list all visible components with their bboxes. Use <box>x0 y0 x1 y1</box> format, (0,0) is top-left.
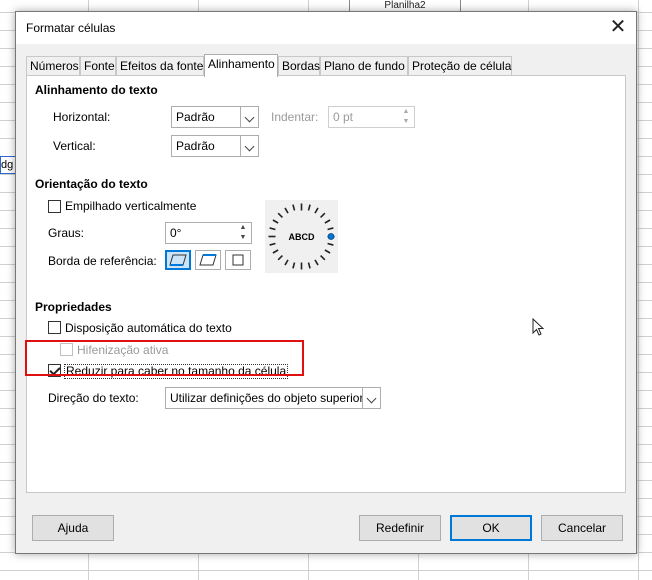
spin-down-icon[interactable]: ▼ <box>235 233 251 243</box>
reference-edge-bottom-button[interactable] <box>165 250 191 270</box>
dial-tick <box>277 255 283 261</box>
dial-tick <box>277 212 283 218</box>
wrap-text-checkbox[interactable] <box>48 321 61 334</box>
tab-bordas[interactable]: Bordas <box>278 56 320 76</box>
dial-tick <box>314 259 319 266</box>
text-direction-label: Direção do texto: <box>48 391 139 405</box>
degrees-value: 0° <box>170 226 182 240</box>
dial-tick <box>269 227 276 231</box>
reference-edge-top-button[interactable] <box>195 250 221 270</box>
dialog-title: Formatar células <box>26 21 116 35</box>
dial-tick <box>292 204 296 211</box>
parallelogram-top-icon <box>199 254 217 266</box>
dial-handle[interactable] <box>327 233 335 240</box>
horizontal-select-value: Padrão <box>176 110 215 124</box>
dial-tick <box>307 204 311 211</box>
alignment-section-title: Alinhamento do texto <box>35 83 158 97</box>
reference-edge-label: Borda de referência: <box>48 254 157 268</box>
alignment-panel: Alinhamento do texto Horizontal: Padrão … <box>26 75 626 493</box>
dial-tick <box>320 212 326 218</box>
indent-spinner[interactable]: 0 pt ▲ ▼ <box>328 106 415 128</box>
degrees-label: Graus: <box>48 226 85 240</box>
reference-edge-inside-button[interactable] <box>225 250 251 270</box>
tab-efeitos-da-fonte[interactable]: Efeitos da fonte <box>116 56 204 76</box>
cancel-button[interactable]: Cancelar <box>541 515 623 541</box>
ok-button[interactable]: OK <box>450 515 532 541</box>
vertical-select[interactable]: Padrão <box>171 135 259 157</box>
dial-tick <box>272 249 279 254</box>
reset-button[interactable]: Redefinir <box>359 515 441 541</box>
stacked-vertically-label: Empilhado verticalmente <box>65 199 197 213</box>
orientation-section-title: Orientação do texto <box>35 177 148 191</box>
indent-value: 0 pt <box>333 110 354 124</box>
tab-protecao-de-celula[interactable]: Proteção de célula <box>408 56 512 76</box>
chevron-down-icon[interactable] <box>240 107 258 127</box>
dial-tick <box>307 262 311 269</box>
rotation-dial[interactable]: ABCD <box>265 200 338 273</box>
text-direction-value: Utilizar definições do objeto superior <box>170 391 364 405</box>
horizontal-select[interactable]: Padrão <box>171 106 259 128</box>
annotation-highlight <box>25 340 304 376</box>
cell-fragment: dg c <box>0 156 16 174</box>
rotation-dial-icon: ABCD <box>268 203 335 270</box>
spin-up-icon[interactable]: ▲ <box>235 223 251 233</box>
vertical-label: Vertical: <box>53 139 96 153</box>
dial-tick <box>284 259 289 266</box>
tab-plano-de-fundo[interactable]: Plano de fundo <box>320 56 408 76</box>
parallelogram-icon <box>169 254 187 266</box>
degrees-spinner-buttons: ▲ ▼ <box>235 223 251 243</box>
square-icon <box>232 254 244 266</box>
indent-spinner-buttons: ▲ ▼ <box>398 107 414 127</box>
dial-tick <box>327 242 334 246</box>
tab-numeros[interactable]: Números <box>26 56 80 76</box>
spin-up-icon[interactable]: ▲ <box>398 107 414 117</box>
wrap-text-label: Disposição automática do texto <box>65 321 232 335</box>
dial-tick <box>327 227 334 231</box>
dial-tick <box>284 207 289 214</box>
indent-label: Indentar: <box>271 110 319 124</box>
chevron-down-icon[interactable] <box>362 388 380 408</box>
dial-tick <box>324 249 331 254</box>
dial-tick <box>269 242 276 246</box>
properties-section-title: Propriedades <box>35 300 112 314</box>
text-direction-select[interactable]: Utilizar definições do objeto superior <box>165 387 381 409</box>
stacked-vertically-checkbox[interactable] <box>48 200 61 213</box>
spin-down-icon[interactable]: ▼ <box>398 117 414 127</box>
dial-tick <box>292 262 296 269</box>
tab-alinhamento[interactable]: Alinhamento <box>204 54 278 77</box>
degrees-spinner[interactable]: 0° ▲ ▼ <box>165 222 252 244</box>
dial-tick <box>314 207 319 214</box>
dial-text: ABCD <box>289 232 315 242</box>
close-icon[interactable]: ✕ <box>604 14 632 42</box>
dialog-titlebar: Formatar células ✕ <box>16 12 636 44</box>
format-cells-dialog: Formatar células ✕ Números Fonte Efeitos… <box>15 11 637 554</box>
horizontal-label: Horizontal: <box>53 110 111 124</box>
help-button[interactable]: Ajuda <box>32 515 114 541</box>
tab-fonte[interactable]: Fonte <box>80 56 116 76</box>
dial-tick <box>324 219 331 224</box>
dial-tick <box>320 255 326 261</box>
vertical-select-value: Padrão <box>176 139 215 153</box>
dial-tick <box>272 219 279 224</box>
mouse-pointer-icon <box>532 318 545 336</box>
chevron-down-icon[interactable] <box>240 136 258 156</box>
